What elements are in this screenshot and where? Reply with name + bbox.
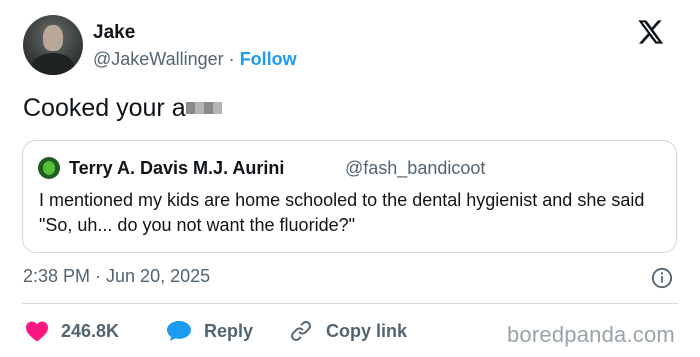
tweet-text-content: Cooked your a	[23, 94, 186, 122]
author-handle[interactable]: @JakeWallinger	[93, 49, 224, 69]
author-avatar[interactable]	[23, 15, 83, 75]
copy-link-button[interactable]: Copy link	[288, 319, 407, 343]
handle-separator: ·	[228, 49, 235, 69]
x-logo-icon[interactable]	[636, 18, 664, 46]
quote-avatar-figure	[43, 161, 55, 175]
tweet-timestamp[interactable]: 2:38 PM · Jun 20, 2025	[23, 266, 210, 287]
watermark: boredpanda.com	[507, 322, 675, 347]
author-handle-row: @JakeWallinger · Follow	[93, 49, 297, 70]
tweet-text: Cooked your a	[23, 94, 222, 123]
reply-button[interactable]: Reply	[166, 319, 253, 343]
link-icon	[291, 321, 311, 341]
like-button[interactable]: 246.8K	[25, 319, 119, 343]
heart-icon	[26, 321, 48, 342]
tweet-card: Jake @JakeWallinger · Follow Cooked your…	[0, 0, 700, 357]
author-name[interactable]: Jake	[93, 22, 135, 44]
quote-author-name: Terry A. Davis M.J. Aurini	[69, 158, 285, 178]
quote-text: I mentioned my kids are home schooled to…	[39, 190, 645, 235]
reply-label: Reply	[204, 320, 254, 341]
follow-button[interactable]: Follow	[240, 49, 297, 69]
quote-author-handle: @fash_bandicoot	[345, 158, 486, 178]
censor-bar	[185, 102, 222, 114]
avatar-shirt	[31, 53, 75, 75]
like-count: 246.8K	[61, 320, 120, 341]
copy-link-label: Copy link	[326, 320, 408, 341]
info-icon[interactable]	[651, 267, 673, 289]
avatar-face	[43, 25, 63, 51]
divider	[22, 303, 678, 304]
speech-bubble-icon	[167, 321, 191, 341]
quote-tweet[interactable]: Terry A. Davis M.J. Aurini @fash_bandico…	[22, 140, 677, 253]
quote-author-avatar	[38, 157, 60, 179]
